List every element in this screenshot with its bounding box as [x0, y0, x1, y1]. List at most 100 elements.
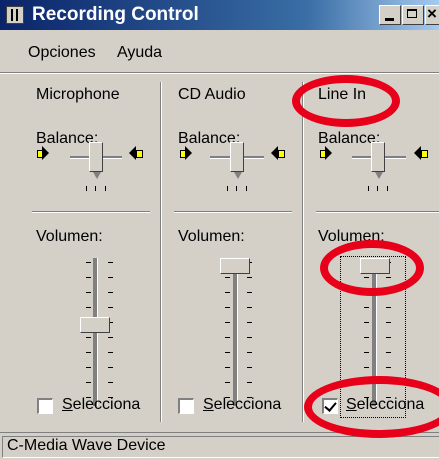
menu-bar: Opciones Ayuda	[0, 44, 439, 68]
volume-tick	[364, 367, 369, 368]
column-separator-1	[160, 82, 162, 422]
select-label-cd-audio[interactable]: Selecciona	[203, 396, 291, 414]
volume-tick	[247, 292, 252, 293]
volume-tick	[364, 352, 369, 353]
volume-tick	[386, 382, 391, 383]
volume-tick	[386, 307, 391, 308]
volume-tick	[225, 352, 230, 353]
volume-tick	[108, 382, 113, 383]
speaker-left-icon	[37, 146, 51, 160]
volume-tick	[364, 382, 369, 383]
volume-slider-line-in[interactable]	[360, 258, 390, 274]
select-text-cd-audio: elecciona	[213, 396, 282, 413]
volume-tick	[108, 292, 113, 293]
balance-slider-cd-audio[interactable]	[230, 142, 244, 179]
channel-title-cd-audio: CD Audio	[178, 86, 246, 103]
volume-tick	[108, 277, 113, 278]
title-bar[interactable]: Recording Control ×	[0, 0, 439, 30]
close-icon: ×	[427, 4, 437, 23]
volume-tick	[364, 337, 369, 338]
speaker-right-icon	[128, 146, 143, 160]
volume-tick	[386, 322, 391, 323]
minimize-button[interactable]	[379, 5, 401, 25]
menu-divider	[0, 72, 439, 74]
volume-ticks-left-cd-audio	[225, 262, 231, 402]
volume-ticks-right-line-in	[386, 262, 392, 402]
maximize-button[interactable]	[402, 5, 424, 25]
volume-tick	[86, 337, 91, 338]
volume-tick	[225, 382, 230, 383]
volume-tick	[364, 307, 369, 308]
speaker-left-icon	[320, 146, 334, 160]
volume-tick	[225, 292, 230, 293]
balance-ticks-microphone	[86, 186, 116, 192]
volume-label-line-in: Volumen:	[318, 228, 385, 245]
volume-tick	[86, 367, 91, 368]
volume-tick	[86, 262, 91, 263]
divider-line-in	[316, 211, 439, 213]
volume-tick	[225, 307, 230, 308]
divider-microphone	[32, 211, 150, 213]
volume-tick	[108, 262, 113, 263]
volume-tick	[247, 322, 252, 323]
volume-tick	[108, 337, 113, 338]
mixer-app-icon[interactable]	[6, 6, 24, 24]
volume-ticks-left-line-in	[364, 262, 370, 402]
speaker-right-icon	[413, 146, 428, 160]
volume-tick	[247, 277, 252, 278]
volume-tick	[386, 292, 391, 293]
select-checkbox-microphone[interactable]	[37, 398, 53, 414]
volume-tick	[364, 292, 369, 293]
volume-tick	[364, 277, 369, 278]
volume-tick	[86, 382, 91, 383]
column-separator-2	[302, 82, 304, 422]
volume-tick	[86, 307, 91, 308]
select-accesskey-line-in: S	[346, 396, 357, 413]
channel-title-line-in: Line In	[318, 86, 367, 103]
speaker-right-icon	[270, 146, 285, 160]
volume-tick	[225, 322, 230, 323]
volume-tick	[386, 337, 391, 338]
status-device-name: C-Media Wave Device	[7, 437, 166, 454]
divider-cd-audio	[174, 211, 292, 213]
select-text-microphone: elecciona	[72, 396, 141, 413]
volume-tick	[86, 352, 91, 353]
volume-label-microphone: Volumen:	[36, 228, 103, 245]
volume-slider-cd-audio[interactable]	[220, 258, 250, 274]
status-bar: C-Media Wave Device	[0, 432, 439, 459]
volume-tick	[108, 307, 113, 308]
volume-tick	[247, 307, 252, 308]
volume-slider-microphone[interactable]	[80, 317, 110, 334]
volume-tick	[247, 382, 252, 383]
close-button[interactable]: ×	[425, 4, 439, 25]
speaker-left-icon	[180, 146, 194, 160]
balance-ticks-cd-audio	[227, 186, 257, 192]
volume-tick	[225, 367, 230, 368]
select-accesskey-microphone: S	[62, 396, 73, 413]
status-panel: C-Media Wave Device	[2, 436, 439, 458]
volume-tick	[108, 352, 113, 353]
balance-slider-microphone[interactable]	[89, 142, 103, 179]
volume-ticks-right-cd-audio	[247, 262, 253, 402]
volume-track-cd-audio	[233, 258, 238, 406]
volume-label-cd-audio: Volumen:	[178, 228, 245, 245]
volume-tick	[247, 367, 252, 368]
recording-control-window: Recording Control × Opciones Ayuda Micro…	[0, 0, 439, 459]
window-title: Recording Control	[32, 4, 199, 25]
select-accesskey-cd-audio: S	[203, 396, 214, 413]
balance-slider-line-in[interactable]	[371, 142, 385, 179]
volume-tick	[225, 337, 230, 338]
volume-tick	[225, 277, 230, 278]
volume-tick	[386, 352, 391, 353]
select-label-microphone[interactable]: Selecciona	[62, 396, 148, 414]
volume-tick	[86, 277, 91, 278]
select-checkbox-cd-audio[interactable]	[178, 398, 194, 414]
menu-ayuda[interactable]: Ayuda	[117, 44, 162, 62]
menu-opciones[interactable]: Opciones	[28, 44, 96, 62]
volume-tick	[386, 277, 391, 278]
volume-tick	[108, 367, 113, 368]
volume-tick	[364, 322, 369, 323]
select-label-line-in[interactable]: Selecciona	[346, 396, 439, 414]
select-checkbox-line-in[interactable]	[322, 398, 338, 414]
volume-tick	[386, 367, 391, 368]
